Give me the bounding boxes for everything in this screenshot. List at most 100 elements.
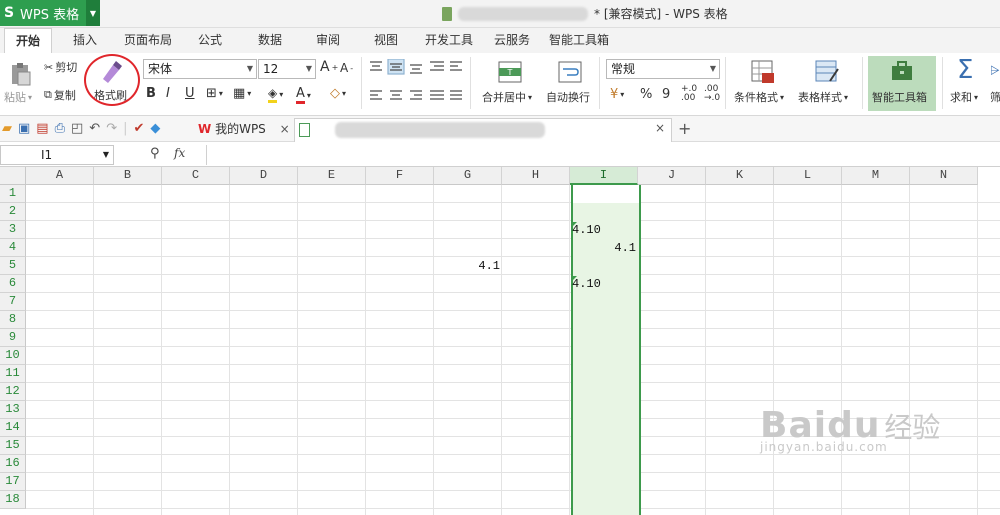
row-header-18[interactable]: 18 — [0, 491, 26, 509]
new-tab-button[interactable]: + — [678, 118, 691, 140]
tab-mywps[interactable]: W 我的WPS × — [198, 118, 290, 140]
column-header-n[interactable]: N — [910, 167, 978, 185]
row-header-12[interactable]: 12 — [0, 383, 26, 401]
copy-button[interactable]: ⧉ 复制 — [44, 87, 76, 103]
close-icon[interactable]: × — [280, 122, 290, 136]
tab-developer[interactable]: 开发工具 — [420, 28, 478, 53]
row-header-15[interactable]: 15 — [0, 437, 26, 455]
vertical-align-icons[interactable] — [368, 59, 464, 75]
column-header-g[interactable]: G — [434, 167, 502, 185]
decrease-decimal-icon[interactable]: .00 →.0 — [704, 85, 720, 103]
row-header-6[interactable]: 6 — [0, 275, 26, 293]
formula-input[interactable] — [206, 145, 1000, 165]
increase-font-icon[interactable]: A + — [320, 59, 338, 75]
underline-button[interactable]: U — [185, 86, 195, 101]
number-format-select[interactable]: 常规 ▼ — [606, 59, 720, 79]
wrap-text-button[interactable]: 自动换行 — [546, 89, 590, 105]
undo-icon[interactable]: ↶ — [89, 121, 100, 136]
merge-center-button[interactable]: 合并居中 ▾ — [482, 89, 532, 105]
cell-i3[interactable]: 4.10 — [572, 221, 636, 239]
tab-data[interactable]: 数据 — [250, 28, 290, 53]
row-header-5[interactable]: 5 — [0, 257, 26, 275]
row-header-8[interactable]: 8 — [0, 311, 26, 329]
cell-i4[interactable]: 4.1 — [572, 239, 636, 257]
open-folder-icon[interactable]: ▰ — [2, 121, 12, 136]
export-pdf-icon[interactable]: ▤ — [36, 121, 48, 136]
zoom-search-icon[interactable]: ⚲ — [150, 146, 160, 161]
font-color-icon[interactable]: A ▾ — [296, 86, 311, 104]
paste-icon[interactable] — [8, 61, 34, 87]
column-header-h[interactable]: H — [502, 167, 570, 185]
cut-button[interactable]: ✂ 剪切 — [44, 59, 77, 75]
bold-button[interactable]: B — [146, 86, 156, 101]
chevron-down-icon[interactable]: ▼ — [86, 0, 100, 26]
sum-icon[interactable]: Σ — [957, 55, 973, 85]
column-header-c[interactable]: C — [162, 167, 230, 185]
tab-smart-toolbox[interactable]: 智能工具箱 — [546, 28, 612, 53]
borders-icon[interactable]: ⊞ ▾ — [206, 86, 223, 101]
percent-button[interactable]: % — [640, 87, 652, 102]
clear-format-icon[interactable]: ◇ ▾ — [330, 86, 346, 101]
save-icon[interactable]: ▣ — [18, 121, 30, 136]
column-header-l[interactable]: L — [774, 167, 842, 185]
conditional-format-button[interactable]: 条件格式 ▾ — [734, 89, 784, 105]
conditional-format-icon[interactable] — [750, 59, 776, 85]
cell-i6[interactable]: 4.10 — [572, 275, 636, 293]
fx-button[interactable]: fx — [174, 146, 185, 160]
font-name-select[interactable]: 宋体 ▼ — [143, 59, 257, 79]
column-header-a[interactable]: A — [26, 167, 94, 185]
column-header-m[interactable]: M — [842, 167, 910, 185]
tab-view[interactable]: 视图 — [366, 28, 406, 53]
column-header-j[interactable]: J — [638, 167, 706, 185]
wrap-text-icon[interactable] — [557, 59, 583, 85]
close-icon[interactable]: × — [655, 121, 665, 135]
filter-button[interactable]: 筛 — [990, 89, 1000, 105]
row-header-2[interactable]: 2 — [0, 203, 26, 221]
column-header-i[interactable]: I — [570, 167, 638, 185]
print-icon[interactable]: ⎙ — [55, 121, 65, 136]
row-header-1[interactable]: 1 — [0, 185, 26, 203]
column-header-b[interactable]: B — [94, 167, 162, 185]
tab-review[interactable]: 审阅 — [308, 28, 348, 53]
spreadsheet-grid[interactable]: A B C D E F G H I J K L M N 1 2 3 4 5 6 7 8 9 10 11 12 13 14 15 16 17 1… — [0, 167, 1000, 515]
row-header-9[interactable]: 9 — [0, 329, 26, 347]
cube-icon[interactable]: ◆ — [150, 121, 160, 136]
tab-insert[interactable]: 插入 — [64, 28, 106, 53]
row-header-11[interactable]: 11 — [0, 365, 26, 383]
tab-home[interactable]: 开始 — [4, 28, 52, 53]
font-size-select[interactable]: 12 ▼ — [258, 59, 316, 79]
comma-button[interactable]: 9 — [662, 87, 670, 102]
smart-toolbox-button[interactable]: 智能工具箱 — [868, 56, 936, 111]
table-style-button[interactable]: 表格样式 ▾ — [798, 89, 848, 105]
filter-icon[interactable]: ⩥ — [990, 63, 1000, 78]
active-cell[interactable] — [573, 185, 639, 203]
column-header-d[interactable]: D — [230, 167, 298, 185]
currency-icon[interactable]: ¥ ▾ — [610, 87, 624, 102]
tab-cloud[interactable]: 云服务 — [488, 28, 536, 53]
column-header-k[interactable]: K — [706, 167, 774, 185]
paste-button[interactable]: 粘贴 ▾ — [4, 89, 32, 105]
row-header-16[interactable]: 16 — [0, 455, 26, 473]
row-header-10[interactable]: 10 — [0, 347, 26, 365]
fill-color-icon[interactable]: ◈ ▾ — [268, 86, 283, 103]
row-header-4[interactable]: 4 — [0, 239, 26, 257]
tab-formulas[interactable]: 公式 — [190, 28, 230, 53]
horizontal-align-icons[interactable] — [368, 89, 464, 103]
app-menu-button[interactable]: S WPS 表格 ▼ — [0, 0, 100, 26]
italic-button[interactable]: I — [166, 86, 170, 101]
column-header-e[interactable]: E — [298, 167, 366, 185]
column-header-f[interactable]: F — [366, 167, 434, 185]
customize-toolbar-icon[interactable]: ✔ — [134, 121, 145, 136]
select-all-corner[interactable] — [0, 167, 26, 185]
decrease-font-icon[interactable]: A- — [340, 61, 353, 75]
merge-center-icon[interactable]: T — [497, 59, 523, 85]
print-preview-icon[interactable]: ◰ — [71, 121, 83, 136]
row-header-13[interactable]: 13 — [0, 401, 26, 419]
row-header-14[interactable]: 14 — [0, 419, 26, 437]
tab-active-document[interactable]: × — [294, 118, 672, 142]
row-header-3[interactable]: 3 — [0, 221, 26, 239]
redo-icon[interactable]: ↷ — [106, 121, 117, 136]
cell-g5[interactable]: 4.1 — [436, 257, 500, 275]
sum-button[interactable]: 求和 ▾ — [950, 89, 978, 105]
row-header-7[interactable]: 7 — [0, 293, 26, 311]
